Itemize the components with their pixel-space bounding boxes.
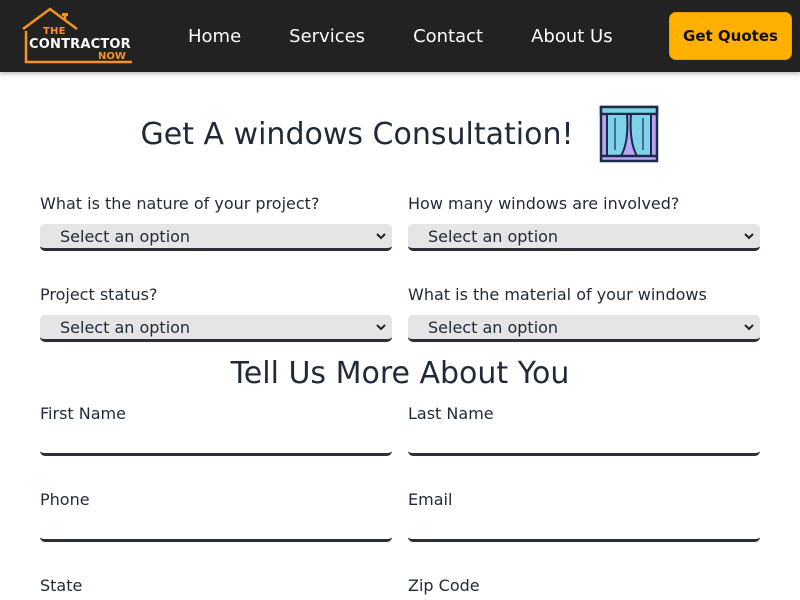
state-label: State (40, 576, 83, 595)
first-name-field: First Name (40, 404, 392, 456)
nav-link-home[interactable]: Home (188, 26, 241, 47)
company-logo[interactable]: THE CONTRACTOR NOW (20, 7, 134, 65)
project-nature-label: What is the nature of your project? (40, 194, 320, 213)
zip-code-label: Zip Code (408, 576, 480, 595)
logo-text-now: NOW (98, 51, 126, 62)
project-status-select[interactable]: Select an option (40, 315, 392, 342)
get-quotes-button[interactable]: Get Quotes (669, 12, 792, 60)
window-material-select[interactable]: Select an option (408, 315, 760, 342)
project-status-label: Project status? (40, 285, 158, 304)
window-count-label: How many windows are involved? (408, 194, 680, 213)
last-name-input[interactable] (408, 424, 760, 456)
project-nature-field: What is the nature of your project? Sele… (40, 194, 392, 251)
window-material-value: Select an option (428, 317, 559, 337)
phone-label: Phone (40, 490, 90, 509)
page-title: Get A windows Consultation! (140, 116, 574, 152)
project-status-value: Select an option (60, 317, 191, 337)
top-navbar: THE CONTRACTOR NOW Home Services Contact… (0, 0, 800, 72)
window-material-label: What is the material of your windows (408, 285, 707, 304)
zip-code-field: Zip Code (408, 576, 760, 600)
chevron-down-icon (376, 324, 386, 331)
nav-link-services[interactable]: Services (289, 26, 365, 47)
chevron-down-icon (744, 233, 754, 240)
project-nature-select[interactable]: Select an option (40, 224, 392, 251)
first-name-input[interactable] (40, 424, 392, 456)
window-count-field: How many windows are involved? Select an… (408, 194, 760, 251)
project-status-field: Project status? Select an option (40, 285, 392, 342)
state-field: State (40, 576, 392, 600)
window-count-select[interactable]: Select an option (408, 224, 760, 251)
phone-field: Phone (40, 490, 392, 542)
email-input[interactable] (408, 510, 760, 542)
project-nature-value: Select an option (60, 226, 191, 246)
zip-code-input[interactable] (408, 596, 760, 600)
window-material-field: What is the material of your windows Sel… (408, 285, 760, 342)
last-name-field: Last Name (408, 404, 760, 456)
main-navigation: Home Services Contact About Us (188, 0, 613, 72)
email-field: Email (408, 490, 760, 542)
email-label: Email (408, 490, 453, 509)
chevron-down-icon (376, 233, 386, 240)
state-input[interactable] (40, 596, 392, 600)
nav-link-about-us[interactable]: About Us (531, 26, 613, 47)
logo-text-the: THE (43, 26, 66, 37)
page-heading-row: Get A windows Consultation! (0, 104, 800, 164)
nav-link-contact[interactable]: Contact (413, 26, 483, 47)
about-you-title: Tell Us More About You (230, 356, 570, 391)
window-count-value: Select an option (428, 226, 559, 246)
chevron-down-icon (744, 324, 754, 331)
window-curtains-icon (600, 105, 659, 163)
first-name-label: First Name (40, 404, 126, 423)
phone-input[interactable] (40, 510, 392, 542)
logo-text-contractor: CONTRACTOR (29, 37, 131, 52)
last-name-label: Last Name (408, 404, 494, 423)
